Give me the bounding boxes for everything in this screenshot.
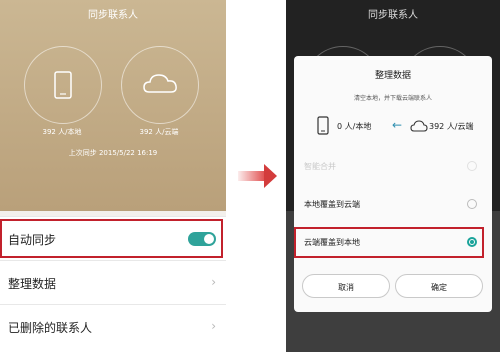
- highlight-box-auto-sync: [0, 219, 223, 258]
- local-circle: [24, 46, 102, 124]
- confirm-button[interactable]: 确定: [395, 274, 483, 298]
- highlight-box-cloud-to-local: [294, 227, 484, 258]
- dialog-subtitle: 清空本地，并下载云端联系人: [353, 95, 432, 102]
- organize-data-row[interactable]: 整理数据 ›: [0, 260, 226, 305]
- sync-header: 同步联系人 392 人/本地 392 人/云端 上次同步 2015/5/22 1…: [0, 0, 226, 211]
- arrow-left-icon: ←: [392, 118, 403, 132]
- left-phone-screen: 同步联系人 392 人/本地 392 人/云端 上次同步 2015/5/22 1…: [0, 0, 226, 352]
- chevron-right-icon: ›: [211, 275, 216, 289]
- cloud-value: 392 人/云端: [429, 122, 474, 131]
- local-count: 392 人/本地: [42, 128, 82, 136]
- arrow-head-icon: [264, 164, 277, 188]
- phone-icon: [317, 116, 329, 135]
- option-label: 本地覆盖到云端: [304, 200, 360, 209]
- local-value: 0 人/本地: [337, 122, 372, 131]
- phone-icon: [54, 71, 72, 99]
- option-smart-merge[interactable]: 智能合并: [304, 161, 482, 172]
- cloud-icon: [143, 74, 177, 93]
- cloud-circle: [121, 46, 199, 124]
- page-title: 同步联系人: [88, 10, 138, 21]
- deleted-contacts-label: 已删除的联系人: [8, 321, 93, 335]
- last-sync-time: 上次同步 2015/5/22 16:19: [68, 149, 158, 157]
- organize-data-label: 整理数据: [8, 277, 57, 291]
- transition-arrow-icon: [238, 171, 266, 181]
- radio-button[interactable]: [467, 199, 477, 209]
- cloud-count: 392 人/云端: [139, 128, 179, 136]
- cloud-icon: [410, 120, 428, 132]
- cancel-button[interactable]: 取消: [302, 274, 390, 298]
- dialog-title: 整理数据: [374, 71, 411, 81]
- option-label: 智能合并: [304, 162, 336, 171]
- radio-button[interactable]: [467, 161, 477, 171]
- chevron-right-icon: ›: [211, 319, 216, 333]
- page-title: 同步联系人: [368, 10, 418, 21]
- deleted-contacts-row[interactable]: 已删除的联系人 ›: [0, 304, 226, 352]
- option-local-to-cloud[interactable]: 本地覆盖到云端: [304, 199, 482, 210]
